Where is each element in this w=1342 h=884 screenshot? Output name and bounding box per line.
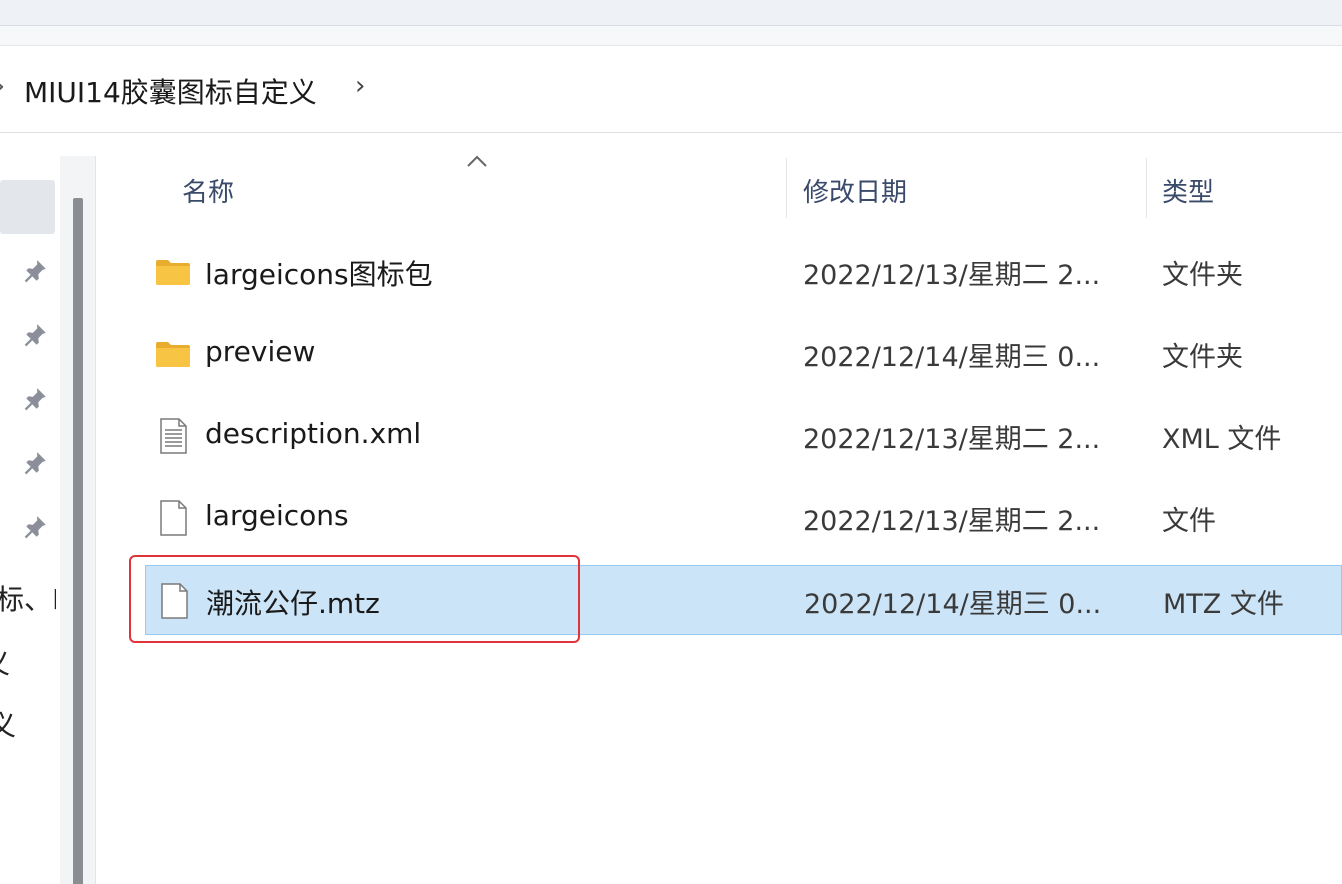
- breadcrumb-current-folder[interactable]: MIUI14胶囊图标自定义: [24, 71, 317, 111]
- toolbar-strip: [0, 26, 1342, 46]
- file-icon: [160, 500, 187, 536]
- file-name: description.xml: [205, 417, 422, 450]
- file-date: 2022/12/13/星期二 2...: [803, 260, 1101, 291]
- file-name: preview: [205, 335, 316, 368]
- file-name: largeicons图标包: [205, 258, 433, 291]
- back-chevron-icon[interactable]: ›: [0, 69, 12, 102]
- file-date: 2022/12/13/星期二 2...: [803, 424, 1101, 455]
- column-header-type[interactable]: 类型: [1162, 172, 1214, 209]
- nav-scrollbar[interactable]: [60, 156, 96, 884]
- annotation-highlight-box: [129, 555, 580, 643]
- address-bar[interactable]: › MIUI14胶囊图标自定义 ›: [0, 47, 1342, 133]
- column-divider[interactable]: [1146, 158, 1147, 218]
- column-header-name[interactable]: 名称: [182, 172, 234, 209]
- file-row[interactable]: preview 2022/12/14/星期三 0... 文件夹: [145, 319, 1342, 389]
- file-type: 文件夹: [1162, 342, 1243, 373]
- pin-icon: [24, 516, 46, 539]
- xml-file-icon: [160, 418, 187, 454]
- pin-icon: [24, 324, 46, 347]
- file-type: 文件: [1162, 506, 1216, 537]
- column-header-date[interactable]: 修改日期: [803, 172, 907, 209]
- file-type: 文件夹: [1162, 260, 1243, 291]
- file-date: 2022/12/13/星期二 2...: [803, 506, 1101, 537]
- nav-item-label[interactable]: 义: [0, 642, 42, 682]
- sort-ascending-icon[interactable]: [462, 150, 492, 170]
- title-bar: [0, 0, 1342, 26]
- pin-icon: [24, 388, 46, 411]
- file-date: 2022/12/14/星期三 0...: [804, 589, 1102, 620]
- file-type: MTZ 文件: [1163, 589, 1284, 620]
- file-row[interactable]: largeicons 2022/12/13/星期二 2... 文件: [145, 483, 1342, 553]
- file-row[interactable]: largeicons图标包 2022/12/13/星期二 2... 文件夹: [145, 237, 1342, 307]
- nav-item-selected[interactable]: [0, 180, 55, 234]
- nav-scrollbar-thumb[interactable]: [73, 198, 83, 884]
- file-name: largeicons: [205, 499, 349, 532]
- navigation-pane: 标、I 义 义: [0, 134, 60, 884]
- nav-item-label[interactable]: 标、I: [0, 578, 56, 618]
- folder-icon: [156, 260, 190, 285]
- column-header: 名称 修改日期 类型: [96, 150, 1342, 222]
- pin-icon: [24, 260, 46, 283]
- file-date: 2022/12/14/星期三 0...: [803, 342, 1101, 373]
- folder-icon: [156, 342, 190, 367]
- nav-item-label[interactable]: 义: [0, 704, 48, 744]
- file-type: XML 文件: [1162, 424, 1282, 455]
- file-row[interactable]: description.xml 2022/12/13/星期二 2... XML …: [145, 401, 1342, 471]
- breadcrumb-chevron-icon[interactable]: ›: [355, 71, 365, 101]
- pin-icon: [24, 452, 46, 475]
- column-divider[interactable]: [786, 158, 787, 218]
